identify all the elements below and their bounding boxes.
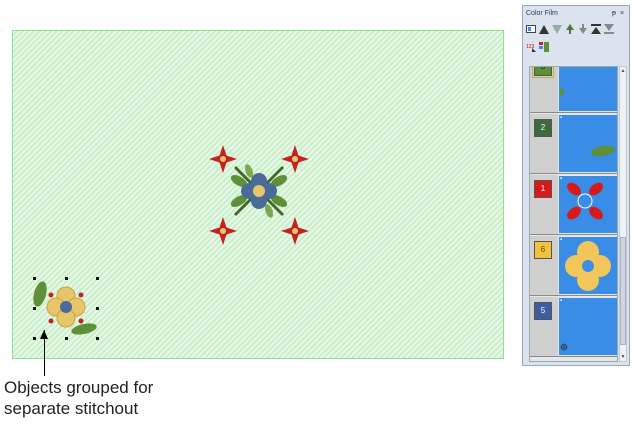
annotation-arrow-icon — [40, 330, 48, 339]
panel-toolbar-row-2: 123 — [523, 38, 629, 56]
svg-text:123: 123 — [526, 44, 535, 50]
view-icon[interactable] — [526, 24, 536, 34]
sequence-icon[interactable]: 123 — [526, 42, 536, 52]
color-swatch: 3 — [534, 67, 552, 76]
scroll-thumb[interactable] — [620, 237, 626, 345]
design-canvas[interactable] — [12, 30, 504, 359]
red-flower-bottom-left[interactable] — [209, 217, 237, 245]
annotation-caption: Objects grouped for separate stitchout — [4, 377, 264, 419]
move-top-icon[interactable] — [591, 24, 601, 34]
caption-line-1: Objects grouped for — [4, 378, 154, 397]
leaf-thumb-icon — [591, 145, 615, 157]
color-film-list[interactable]: 3 ▪ 2 ▪ 1 ▪ 6 — [529, 66, 618, 362]
leaf-thumb-icon — [560, 88, 564, 96]
red-petal-thumb-icon — [567, 182, 603, 220]
color-swatch: 5 — [534, 302, 552, 320]
move-next-icon[interactable] — [578, 24, 588, 34]
move-up-icon[interactable] — [539, 24, 549, 34]
color-swatch: 6 — [534, 241, 552, 259]
color-swatch: 2 — [534, 119, 552, 137]
scroll-up-icon[interactable]: ▲ — [620, 67, 626, 75]
film-frame[interactable]: 1 ▪ — [530, 175, 617, 235]
panel-title: Color Film — [526, 9, 558, 17]
marker-icon: ▪ — [560, 115, 563, 121]
move-last-icon[interactable] — [604, 24, 614, 34]
design-artwork — [31, 145, 309, 340]
marker-icon: ▪ — [560, 298, 563, 304]
color-icon[interactable] — [539, 42, 549, 52]
film-scrollbar[interactable]: ▲ ▼ — [619, 66, 627, 362]
color-swatch: 1 — [534, 180, 552, 198]
panel-header: Color Film ᵽ × — [523, 6, 629, 20]
red-flower-top-right[interactable] — [281, 145, 309, 173]
move-down-icon[interactable] — [552, 24, 562, 34]
close-icon[interactable]: × — [618, 10, 626, 17]
panel-toolbar-row-1 — [523, 20, 629, 38]
gold-petal-thumb-icon — [565, 241, 611, 291]
red-flower-top-left[interactable] — [209, 145, 237, 173]
red-flower-bottom-right[interactable] — [281, 217, 309, 245]
film-frame[interactable]: 6 ▪ — [530, 236, 617, 296]
film-frame[interactable]: 3 ▪ — [530, 67, 617, 113]
caption-line-2: separate stitchout — [4, 399, 139, 418]
color-film-panel: Color Film ᵽ × 123 3 2 ▪ 1 ▪ 6 ▪ 5 ▪ ▲ ▼ — [522, 5, 630, 366]
grouped-motif[interactable] — [31, 280, 98, 337]
marker-icon: ▪ — [560, 176, 563, 182]
center-thumb-icon — [560, 343, 568, 351]
marker-icon: ▪ — [560, 237, 563, 243]
move-first-icon[interactable] — [565, 24, 575, 34]
pin-icon[interactable]: ᵽ — [610, 10, 618, 17]
central-motif[interactable] — [229, 163, 289, 219]
film-frame[interactable]: 5 ▪ — [530, 297, 617, 357]
scroll-down-icon[interactable]: ▼ — [620, 353, 626, 361]
film-frame[interactable]: 2 ▪ — [530, 114, 617, 174]
